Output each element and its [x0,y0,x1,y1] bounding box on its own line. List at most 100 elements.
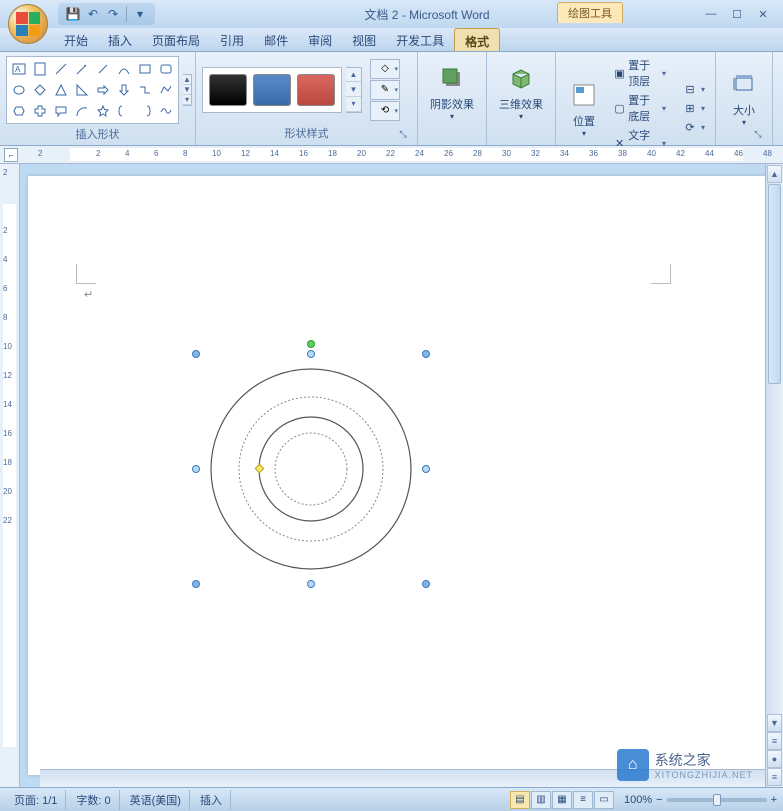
shape-change-button[interactable]: ⟲▾ [370,101,400,121]
minimize-button[interactable]: — [699,5,723,23]
shape-vtextbox-icon[interactable] [30,59,50,79]
shape-star-icon[interactable] [93,101,113,121]
view-outline[interactable]: ≡ [573,791,593,809]
redo-button[interactable]: ↷ [104,5,122,23]
office-button[interactable] [8,4,48,44]
size-launcher-icon[interactable]: ⤡ [752,129,764,141]
bring-front-button[interactable]: ▣置于顶层▾ [610,56,670,90]
vertical-scrollbar[interactable]: ▲ ▼ ≡ ● ≡ [765,164,783,787]
shape-connector-icon[interactable] [135,80,155,100]
status-mode[interactable]: 插入 [192,790,231,810]
horizontal-ruler[interactable]: ⌐ 22468101214161820222426283032343638404… [0,146,783,164]
shape-triangle-icon[interactable] [51,80,71,100]
tab-insert[interactable]: 插入 [98,28,142,51]
zoom-level[interactable]: 100% [624,794,652,806]
view-full-reading[interactable]: ▥ [531,791,551,809]
tab-references[interactable]: 引用 [210,28,254,51]
style-launcher-icon[interactable]: ⤡ [397,129,409,141]
scroll-thumb[interactable] [768,184,781,384]
shape-rect-icon[interactable] [135,59,155,79]
style-red[interactable] [297,74,335,106]
view-draft[interactable]: ▭ [594,791,614,809]
style-gallery-scroll[interactable]: ▲ ▼ ▾ [346,67,362,113]
tab-home[interactable]: 开始 [54,28,98,51]
save-button[interactable]: 💾 [64,5,82,23]
scroll-down-icon[interactable]: ▼ [767,714,782,732]
browse-object-icon[interactable]: ● [767,750,782,768]
shape-fill-button[interactable]: ◇▾ [370,59,400,79]
shadow-button[interactable]: 阴影效果▾ [424,60,480,123]
resize-handle-e[interactable] [422,465,430,473]
tab-review[interactable]: 审阅 [298,28,342,51]
gallery-more-icon[interactable]: ▾ [183,95,191,105]
send-back-button[interactable]: ▢置于底层▾ [610,91,670,125]
maximize-button[interactable]: ☐ [725,5,749,23]
shape-diamond-icon[interactable] [30,80,50,100]
shapes-gallery[interactable]: A [6,56,179,124]
resize-handle-ne[interactable] [422,350,430,358]
size-button[interactable]: 大小▾ [722,66,766,129]
tab-format[interactable]: 格式 [454,28,500,51]
status-words[interactable]: 字数: 0 [68,790,119,810]
style-more-icon[interactable]: ▾ [346,97,361,112]
resize-handle-w[interactable] [192,465,200,473]
shape-curve-icon[interactable] [114,59,134,79]
next-page-icon[interactable]: ≡ [767,768,782,786]
shape-scribble-icon[interactable] [156,101,176,121]
rotate-button[interactable]: ⟳▾ [678,118,709,136]
style-blue[interactable] [253,74,291,106]
shape-callout-icon[interactable] [51,101,71,121]
zoom-in-button[interactable]: + [771,794,777,806]
scroll-up-icon[interactable]: ▲ [767,165,782,183]
shape-arrow-down-icon[interactable] [114,80,134,100]
shape-line-icon[interactable] [51,59,71,79]
shape-hex-icon[interactable] [9,101,29,121]
shape-arrow-icon[interactable] [72,59,92,79]
close-button[interactable]: ✕ [751,5,775,23]
prev-page-icon[interactable]: ≡ [767,732,782,750]
align-button[interactable]: ⊟▾ [678,80,709,98]
resize-handle-sw[interactable] [192,580,200,588]
undo-button[interactable]: ↶ [84,5,102,23]
shape-arc-icon[interactable] [72,101,92,121]
status-lang[interactable]: 英语(美国) [122,790,190,810]
tab-layout[interactable]: 页面布局 [142,28,210,51]
group-button[interactable]: ⊞▾ [678,99,709,117]
shape-double-arrow-icon[interactable] [93,59,113,79]
gallery-up-icon[interactable]: ▲ [183,75,191,85]
resize-handle-s[interactable] [307,580,315,588]
shape-brace-icon[interactable] [135,101,155,121]
tab-view[interactable]: 视图 [342,28,386,51]
position-button[interactable]: 位置▾ [562,77,606,140]
shape-arrow-right-icon[interactable] [93,80,113,100]
qat-customize-icon[interactable]: ▾ [131,5,149,23]
shape-bracket-icon[interactable] [114,101,134,121]
shape-freeform-icon[interactable] [156,80,176,100]
shapes-gallery-scroll[interactable]: ▲ ▼ ▾ [183,74,192,106]
shape-outline-button[interactable]: ✎▾ [370,80,400,100]
vertical-ruler[interactable]: 2246810121416182022 [0,164,20,787]
style-down-icon[interactable]: ▼ [346,82,361,97]
tab-mail[interactable]: 邮件 [254,28,298,51]
resize-handle-n[interactable] [307,350,315,358]
rotate-handle[interactable] [307,340,315,348]
page[interactable]: ↵ [28,176,775,775]
style-gallery[interactable] [202,67,342,113]
view-web[interactable]: ▦ [552,791,572,809]
shape-ellipse-icon[interactable] [9,80,29,100]
zoom-slider[interactable] [667,798,767,802]
selected-shape[interactable] [196,354,426,584]
resize-handle-nw[interactable] [192,350,200,358]
tab-developer[interactable]: 开发工具 [386,28,454,51]
style-up-icon[interactable]: ▲ [346,68,361,83]
resize-handle-se[interactable] [422,580,430,588]
view-print-layout[interactable]: ▤ [510,791,530,809]
style-black[interactable] [209,74,247,106]
status-page[interactable]: 页面: 1/1 [6,790,66,810]
zoom-thumb[interactable] [713,794,721,806]
shape-rtriangle-icon[interactable] [72,80,92,100]
shape-roundrect-icon[interactable] [156,59,176,79]
shape-plus-icon[interactable] [30,101,50,121]
ruler-corner[interactable]: ⌐ [4,148,18,162]
three-d-button[interactable]: 三维效果▾ [493,60,549,123]
